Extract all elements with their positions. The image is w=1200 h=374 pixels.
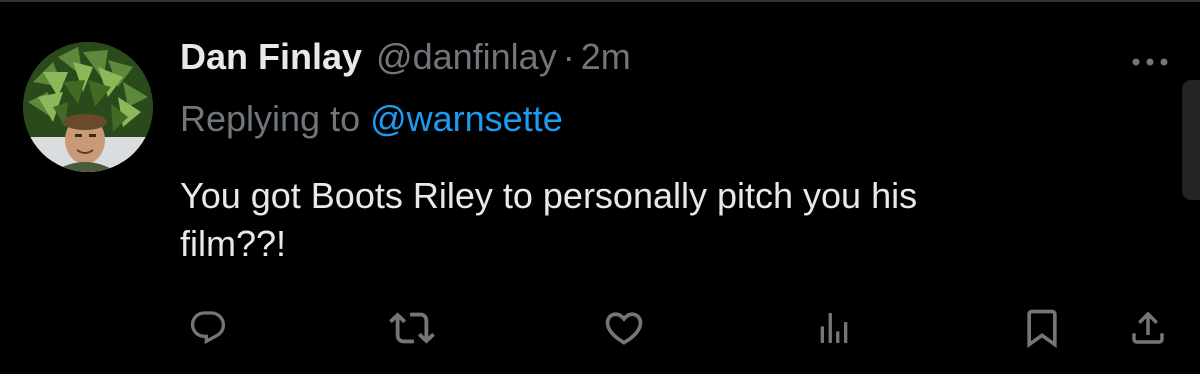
more-icon bbox=[1132, 58, 1168, 66]
display-name[interactable]: Dan Finlay bbox=[180, 36, 362, 78]
avatar-image bbox=[23, 42, 153, 172]
timestamp[interactable]: 2m bbox=[581, 36, 631, 78]
like-icon bbox=[605, 312, 643, 345]
share-icon bbox=[1132, 311, 1164, 344]
more-options-button[interactable] bbox=[1128, 52, 1172, 72]
reply-button[interactable] bbox=[184, 304, 232, 352]
retweet-icon bbox=[389, 312, 435, 344]
replying-to: Replying to @warnsette bbox=[180, 98, 563, 140]
views-icon bbox=[820, 313, 848, 343]
top-divider bbox=[0, 0, 1200, 2]
bookmark-button[interactable] bbox=[1018, 304, 1066, 352]
separator-dot: · bbox=[562, 36, 575, 77]
like-button[interactable] bbox=[600, 304, 648, 352]
side-scroll-hint bbox=[1182, 80, 1200, 200]
tweet-text: You got Boots Riley to personally pitch … bbox=[180, 172, 1140, 268]
retweet-button[interactable] bbox=[388, 304, 436, 352]
reply-mention-link[interactable]: @warnsette bbox=[370, 98, 563, 139]
tweet-text-line-2: film??! bbox=[180, 223, 287, 264]
views-button[interactable] bbox=[810, 304, 858, 352]
replying-to-label: Replying to bbox=[180, 98, 371, 139]
tweet-header: Dan Finlay @danfinlay · 2m bbox=[180, 36, 631, 86]
avatar[interactable] bbox=[23, 42, 153, 172]
user-handle[interactable]: @danfinlay bbox=[376, 36, 557, 78]
bookmark-icon bbox=[1027, 309, 1057, 349]
tweet-text-line-1: You got Boots Riley to personally pitch … bbox=[180, 175, 918, 216]
share-button[interactable] bbox=[1124, 304, 1172, 352]
reply-icon bbox=[190, 311, 226, 345]
